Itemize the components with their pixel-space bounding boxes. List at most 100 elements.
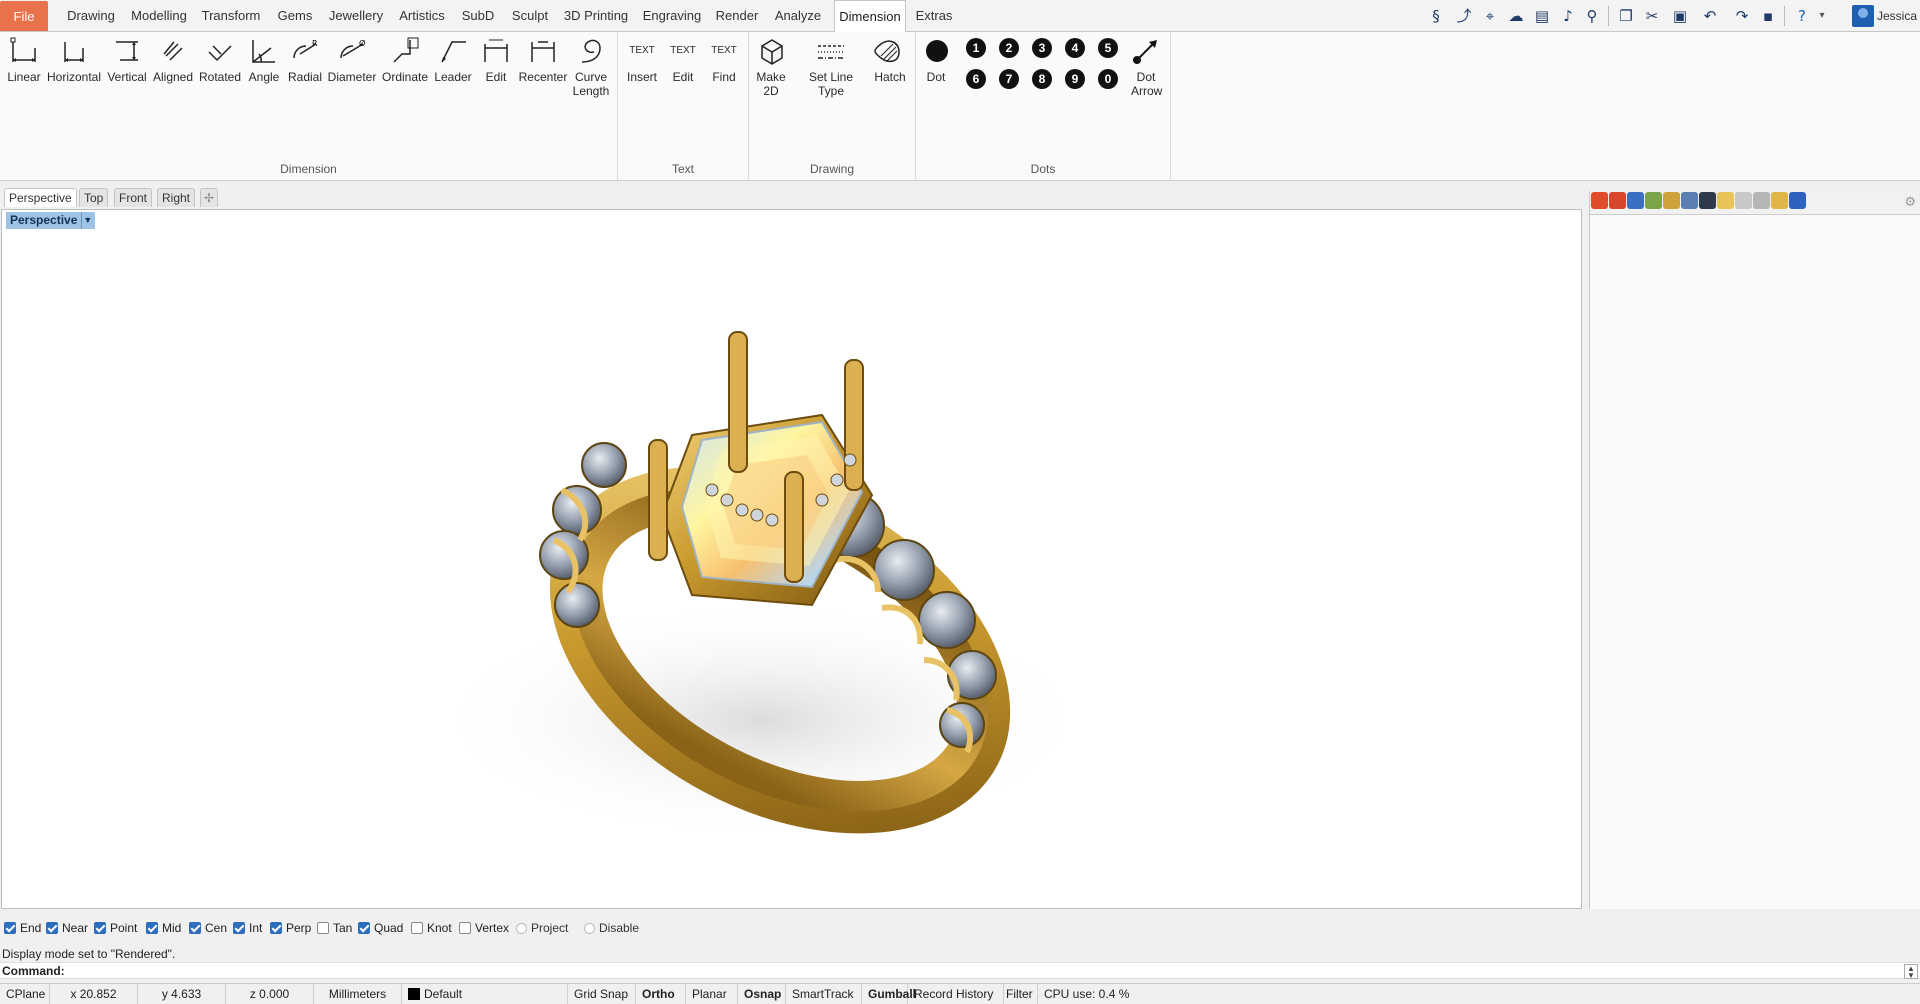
osnap-disable[interactable]: Disable [584,919,639,937]
filter-toggle[interactable]: Filter [1000,984,1038,1004]
dot-button[interactable]: Dot [920,34,952,84]
microphone-icon[interactable]: ♪ [1556,4,1580,28]
dropdown-icon[interactable]: ▾ [1810,4,1834,28]
menu-sculpt[interactable]: Sculpt [504,0,556,32]
near-checkbox[interactable] [46,922,58,934]
vertical-button[interactable]: Vertical [104,34,150,84]
menu-3d-printing[interactable]: 3D Printing [560,0,632,32]
set-line-type-button[interactable]: Set Line Type [795,34,867,98]
units-display[interactable]: Millimeters [314,984,402,1004]
menu-analyze[interactable]: Analyze [766,0,830,32]
zoom-icon[interactable]: ⚲ [1580,4,1604,28]
curve-icon[interactable]: ⤴ [1452,4,1476,28]
rotated-button[interactable]: Rotated [198,34,242,84]
perspective-viewport[interactable]: Perspective ▼ [1,209,1582,909]
menu-subd[interactable]: SubD [456,0,500,32]
folder-icon[interactable] [1663,192,1680,209]
dot-9-button[interactable]: 9 [1065,69,1085,89]
osnap-quad[interactable]: Quad [358,919,403,937]
edit-dim-button[interactable]: Edit [476,34,516,84]
menu-extras[interactable]: Extras [912,0,956,32]
environment-icon[interactable] [1609,192,1626,209]
osnap-end[interactable]: End [4,919,41,937]
osnap-perp[interactable]: Perp [270,919,311,937]
menu-modelling[interactable]: Modelling [126,0,192,32]
osnap-mid[interactable]: Mid [146,919,181,937]
find-text-button[interactable]: TEXT Find [704,34,744,84]
knot-checkbox[interactable] [411,922,423,934]
menu-engraving[interactable]: Engraving [638,0,706,32]
viewport-menu-icon[interactable]: ▼ [81,212,93,229]
layers-icon[interactable] [1681,192,1698,209]
point-checkbox[interactable] [94,922,106,934]
undo-icon[interactable]: ↶ [1698,4,1722,28]
angle-button[interactable]: Angle [244,34,284,84]
osnap-near[interactable]: Near [46,919,88,937]
command-input[interactable] [64,964,1894,978]
save-icon[interactable]: ▪ [1756,4,1780,28]
materials-icon[interactable] [1591,192,1608,209]
menu-render[interactable]: Render [712,0,762,32]
tab-top[interactable]: Top [79,188,109,207]
vertex-checkbox[interactable] [459,922,471,934]
cloud-icon[interactable]: ☁ [1504,4,1528,28]
disable-radio[interactable] [584,922,595,934]
tan-checkbox[interactable] [317,922,329,934]
hatch-button[interactable]: Hatch [869,34,911,84]
menu-file[interactable]: File [0,1,48,31]
menu-gems[interactable]: Gems [272,0,318,32]
sun-icon[interactable] [1717,192,1734,209]
menu-dimension[interactable]: Dimension [834,0,906,33]
diameter-button[interactable]: Ø Diameter [326,34,378,84]
render-icon[interactable] [1699,192,1716,209]
osnap-project[interactable]: Project [516,919,568,937]
project-radio[interactable] [516,922,527,934]
properties-icon[interactable] [1645,192,1662,209]
notifications-icon[interactable] [1789,192,1806,209]
mid-checkbox[interactable] [146,922,158,934]
osnap-toggle[interactable]: Osnap [738,984,786,1004]
menu-jewellery[interactable]: Jewellery [322,0,390,32]
menu-artistics[interactable]: Artistics [394,0,450,32]
make-2d-button[interactable]: Make 2D [753,34,789,98]
horizontal-button[interactable]: Horizontal [46,34,102,84]
ordinate-button[interactable]: Ordinate [380,34,430,84]
tab-right[interactable]: Right [157,188,196,207]
dot-arrow-button[interactable]: Dot Arrow [1128,34,1164,98]
curve-length-button[interactable]: Curve Length [568,34,614,98]
linear-button[interactable]: Linear [4,34,44,84]
dot-8-button[interactable]: 8 [1032,69,1052,89]
dot-2-button[interactable]: 2 [999,38,1019,58]
add-viewport-icon[interactable]: ✢ [200,188,218,207]
dot-5-button[interactable]: 5 [1098,38,1118,58]
ground-plane-icon[interactable] [1627,192,1644,209]
dot-6-button[interactable]: 6 [966,69,986,89]
calendar-icon[interactable] [1753,192,1770,209]
lights-icon[interactable] [1771,192,1788,209]
clapper-icon[interactable]: ▤ [1530,4,1554,28]
paste-icon[interactable]: ▣ [1668,4,1692,28]
copy-icon[interactable]: ❐ [1614,4,1638,28]
script-icon[interactable]: § [1424,4,1448,28]
gumball-toggle[interactable]: Gumball [862,984,916,1004]
osnap-knot[interactable]: Knot [411,919,452,937]
quad-checkbox[interactable] [358,922,370,934]
record-history-toggle[interactable]: Record History [908,984,1004,1004]
end-checkbox[interactable] [4,922,16,934]
recenter-button[interactable]: Recenter [518,34,568,84]
insert-text-button[interactable]: TEXT Insert [622,34,662,84]
radial-button[interactable]: R Radial [284,34,326,84]
cplane-button[interactable]: CPlane [0,984,50,1004]
viewport-title[interactable]: Perspective ▼ [6,212,96,229]
dot-3-button[interactable]: 3 [1032,38,1052,58]
gear-icon[interactable]: ⚙ [1904,195,1916,210]
dot-1-button[interactable]: 1 [966,38,986,58]
cen-checkbox[interactable] [189,922,201,934]
osnap-cen[interactable]: Cen [189,919,227,937]
edit-text-button[interactable]: TEXT Edit [664,34,702,84]
leader-button[interactable]: Leader [430,34,476,84]
osnap-int[interactable]: Int [233,919,262,937]
dot-4-button[interactable]: 4 [1065,38,1085,58]
grid-snap-toggle[interactable]: Grid Snap [568,984,636,1004]
pin-icon[interactable]: ⌖ [1478,4,1502,28]
